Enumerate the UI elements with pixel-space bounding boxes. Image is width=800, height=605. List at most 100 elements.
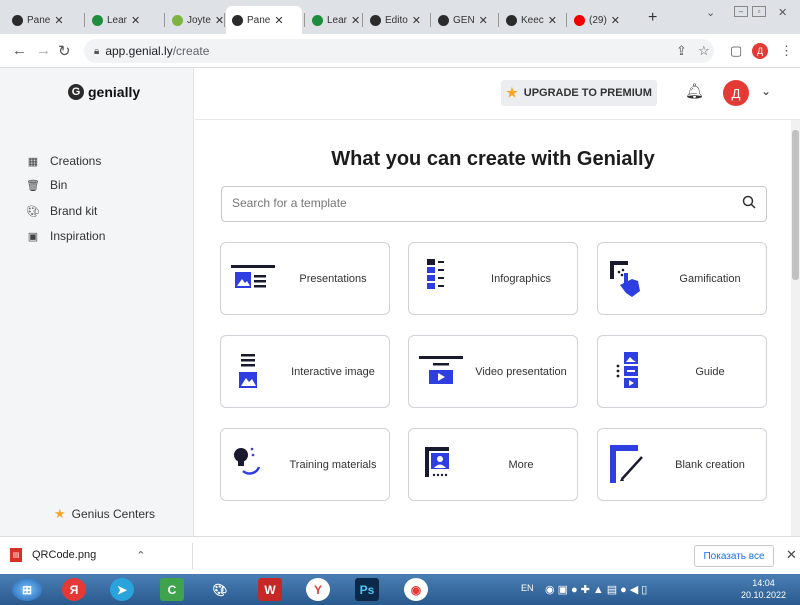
close-tab-icon[interactable]: ✕ [131,14,140,27]
sidebar-item-brand-kit[interactable]: 🎨︎ Brand kit [26,204,97,218]
sidebar-item-label: Brand kit [50,204,98,218]
browser-tab[interactable]: (29) ✕ [568,6,638,34]
close-icon[interactable]: ✕ [786,547,797,563]
share-icon[interactable]: ⇪ [676,43,687,59]
sidebar-item-creations[interactable]: ▦ Creations [26,154,102,168]
chevron-up-icon[interactable]: ⌃ [136,549,145,562]
tab-label: Keec [521,14,544,26]
browser-tab[interactable]: Edito ✕ [364,6,428,34]
photoshop-icon[interactable]: Ps [355,578,379,601]
sidebar-item-bin[interactable]: 🗑︎ Bin [26,178,67,192]
reload-icon[interactable]: ↻ [58,42,71,60]
chevron-down-icon[interactable]: ⌄ [761,84,771,98]
forward-arrow-icon[interactable]: → [36,42,51,59]
browser-tab[interactable]: Lear ✕ [306,6,360,34]
user-avatar[interactable]: Д [723,80,749,106]
browser-profile-avatar[interactable]: Д [752,43,768,59]
restore-button[interactable]: ▫ [752,6,766,17]
close-tab-icon[interactable]: ✕ [548,14,557,27]
chrome-icon[interactable]: ◉ [404,578,428,601]
genius-centers-label: Genius Centers [71,507,156,521]
download-bar: ▤ QRCode.png ⌃ Показать все ✕ [0,536,800,574]
star-icon: ★ [506,85,518,100]
tab-search-chevron-icon[interactable]: ⌄ [706,6,715,19]
system-tray-icons[interactable]: ◉▣●✚▲▤●◀︎▯ [545,583,650,596]
language-indicator[interactable]: EN [521,583,534,593]
genius-centers-link[interactable]: ★ Genius Centers [54,506,155,522]
windows-taskbar: ⊞ Я ➤ C 🎨︎ W Y Ps ◉ EN ◉▣●✚▲▤●◀︎▯ 14:04 … [0,574,800,605]
new-tab-button[interactable]: + [648,9,657,27]
close-tab-icon[interactable]: ✕ [479,14,488,27]
browser-tab[interactable]: Lear ✕ [86,6,162,34]
card-video-presentation[interactable]: Video presentation [408,335,578,408]
video-presentation-icon [419,356,463,384]
close-tab-icon[interactable]: ✕ [215,14,224,27]
close-tab-icon[interactable]: ✕ [351,14,360,27]
yandex-browser-icon[interactable]: Я [62,578,86,601]
start-button[interactable]: ⊞ [12,578,42,601]
close-tab-icon[interactable]: ✕ [274,14,283,27]
card-more[interactable]: More [408,428,578,501]
vk-icon[interactable]: W [258,578,282,601]
brand-kit-icon: 🎨︎ [26,205,40,218]
address-bar[interactable]: 🔒︎ app.genial.ly/create [84,39,714,63]
card-interactive-image[interactable]: Interactive image [220,335,390,408]
upgrade-premium-button[interactable]: ★ UPGRADE TO PREMIUM [501,80,657,106]
browser-tab[interactable]: GEN ✕ [432,6,496,34]
card-blank-creation[interactable]: Blank creation [597,428,767,501]
image-file-icon: ▤ [10,548,22,562]
tab-label: (29) [589,14,607,26]
genially-logo-icon: G [68,84,84,100]
lock-icon: 🔒︎ [94,45,100,57]
close-tab-icon[interactable]: ✕ [54,14,63,27]
clock-date: 20.10.2022 [741,589,787,600]
card-gamification[interactable]: Gamification [597,242,767,315]
close-window-button[interactable]: ✕ [778,6,787,19]
browser-tab[interactable]: Keec ✕ [500,6,564,34]
inspiration-icon: ▣ [27,230,39,243]
close-tab-icon[interactable]: ✕ [412,14,421,27]
learn-icon [92,14,103,26]
learn-icon [312,14,323,26]
yandex-icon[interactable]: Y [306,578,330,601]
paint-icon[interactable]: 🎨︎ [208,578,232,601]
browser-tab[interactable]: Pane ✕ [6,6,82,34]
card-presentations[interactable]: Presentations [220,242,390,315]
show-all-button[interactable]: Показать все [694,545,774,567]
back-arrow-icon[interactable]: ← [12,42,27,59]
card-guide[interactable]: Guide [597,335,767,408]
bookmark-star-icon[interactable]: ☆ [698,43,710,59]
tab-label: Lear [107,14,128,26]
browser-tab-strip: Pane ✕ Lear ✕ Joyte ✕ Pane ✕ Lear ✕ Edito ✕ GEN ✕ Keec… [0,0,800,34]
tab-label: Edito [385,14,408,26]
clock[interactable]: 14:04 20.10.2022 [741,578,786,601]
search-icon[interactable] [742,195,756,212]
camtasia-icon[interactable]: C [160,578,184,601]
card-label: Blank creation [675,458,745,471]
close-tab-icon[interactable]: ✕ [611,14,620,27]
telegram-icon[interactable]: ➤ [110,578,134,601]
scrollbar-thumb[interactable] [792,130,799,280]
browser-tab[interactable]: Joyte ✕ [166,6,224,34]
browser-tab[interactable]: Pane ✕ [226,6,302,34]
minimize-button[interactable]: – [734,6,748,17]
genially-icon [370,14,381,26]
side-panel-icon[interactable]: ▢ [730,43,742,59]
browser-toolbar: ← → ↻ 🔒︎ app.genial.ly/create ⇪ ☆ ▢ Д ⋮ [0,34,800,68]
genially-icon [438,14,449,26]
tab-label: Lear [327,14,348,26]
genially-logo[interactable]: G genially [68,84,140,100]
card-infographics[interactable]: Infographics [408,242,578,315]
creations-icon: ▦ [27,155,39,168]
search-input[interactable] [232,196,712,210]
browser-menu-icon[interactable]: ⋮ [780,43,793,59]
download-item[interactable]: ▤ QRCode.png ⌃ [10,548,145,562]
card-training-materials[interactable]: Training materials [220,428,390,501]
notification-bell-icon[interactable]: 🔔︎ [685,82,704,100]
upgrade-label: UPGRADE TO PREMIUM [523,87,652,99]
genially-icon [232,14,243,26]
sidebar-item-inspiration[interactable]: ▣ Inspiration [26,229,106,243]
card-label: Infographics [491,272,551,285]
page-scrollbar[interactable] [791,120,800,536]
template-search[interactable] [221,186,767,222]
